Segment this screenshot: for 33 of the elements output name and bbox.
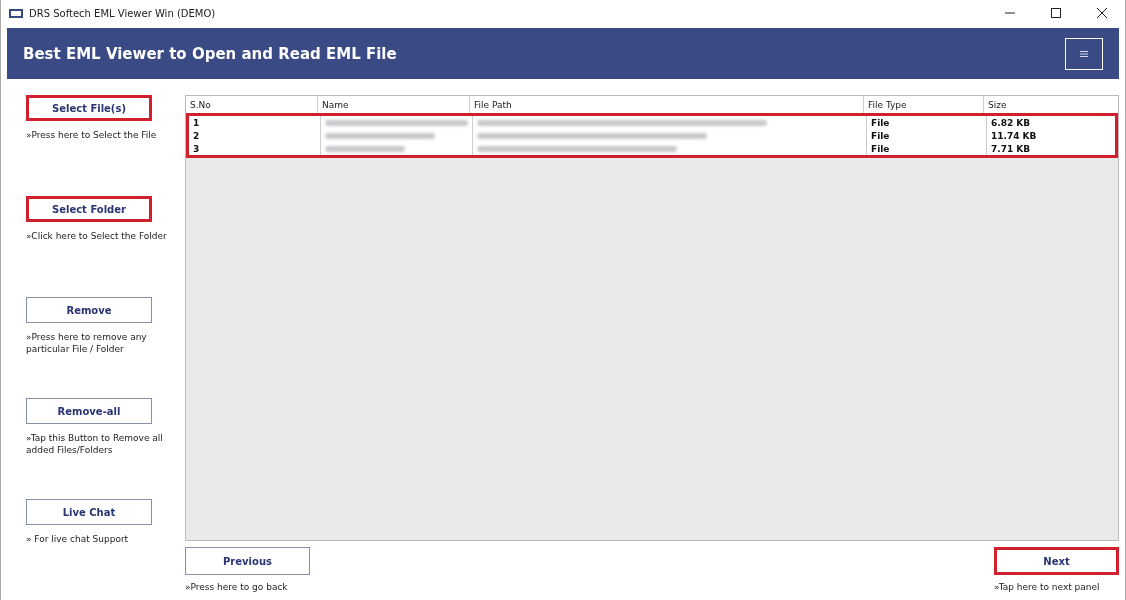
menu-button[interactable] (1065, 37, 1103, 70)
next-button[interactable]: Next (994, 547, 1119, 575)
sidebar-button[interactable]: Select Folder (26, 196, 152, 222)
previous-button[interactable]: Previous (185, 547, 310, 575)
table-cell: 1 (189, 116, 321, 129)
app-icon (9, 8, 23, 18)
table-cell: 2 (189, 129, 321, 142)
window-title: DRS Softech EML Viewer Win (DEMO) (29, 7, 216, 19)
table-cell: 7.71 KB (987, 142, 1115, 155)
sidebar-button[interactable]: Select File(s) (26, 95, 152, 121)
table-cell: 11.74 KB (987, 129, 1115, 142)
sidebar-button[interactable]: Live Chat (26, 499, 152, 525)
table-cell: 3 (189, 142, 321, 155)
table-cell: File (867, 142, 987, 155)
column-header: S.No (186, 96, 318, 113)
header-title: Best EML Viewer to Open and Read EML File (23, 44, 397, 63)
menu-icon (1080, 50, 1088, 57)
hint-text: »Press here to Select the File (26, 129, 158, 141)
table-cell: 6.82 KB (987, 116, 1115, 129)
column-header: File Path (470, 96, 864, 113)
hint-text: »Click here to Select the Folder (26, 230, 168, 242)
column-header: Name (318, 96, 470, 113)
hint-text: »Tap this Button to Remove all added Files/Folders (26, 432, 164, 456)
table-cell: File (867, 116, 987, 129)
table-cell: File (867, 129, 987, 142)
hint-text: »Press here to remove any particular File / Folder (26, 331, 148, 355)
column-header: Size (987, 98, 1008, 112)
sidebar-button[interactable]: Remove (26, 297, 152, 323)
hint-text: »Tap here to next panel (994, 581, 1101, 593)
sidebar-button[interactable]: Remove-all (26, 398, 152, 424)
hint-text: » For live chat Support (26, 533, 130, 545)
column-header: File Type (864, 96, 984, 113)
hint-text: »Press here to go back (185, 581, 289, 593)
